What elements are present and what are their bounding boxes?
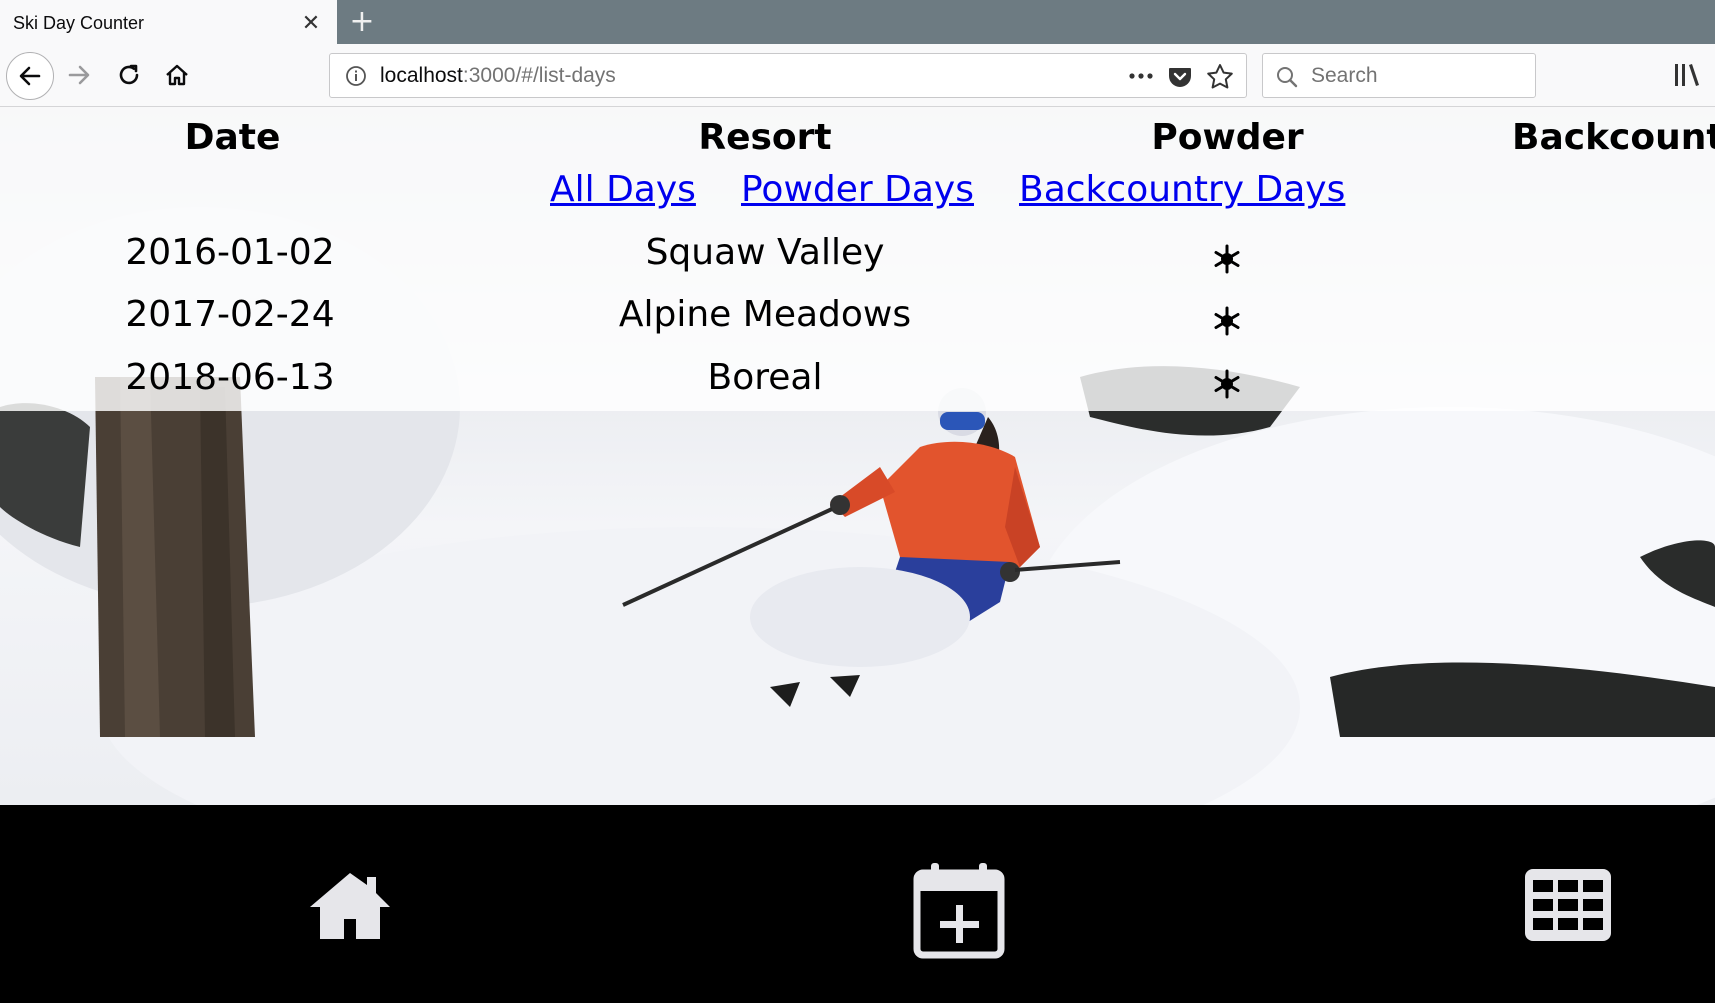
home-nav-button[interactable] (305, 865, 395, 945)
row-1-resort: Squaw Valley (645, 232, 885, 273)
calendar-plus-icon (913, 863, 1005, 959)
add-day-nav-button[interactable] (912, 860, 1006, 960)
header-date: Date (184, 117, 281, 158)
home-button[interactable] (158, 56, 196, 94)
url-host: localhost (380, 64, 463, 87)
page-content: Date Resort Powder Backcount All Days Po… (0, 107, 1715, 1003)
info-icon[interactable] (344, 64, 368, 88)
new-tab-icon[interactable]: + (346, 6, 378, 38)
library-icon[interactable] (1672, 58, 1704, 92)
list-days-nav-button[interactable] (1522, 865, 1614, 945)
row-2-resort: Alpine Meadows (618, 294, 912, 335)
all-days-link[interactable]: All Days (550, 169, 696, 210)
powder-days-link[interactable]: Powder Days (741, 169, 974, 210)
row-3-date: 2018-06-13 (125, 357, 335, 398)
pocket-icon[interactable] (1166, 63, 1194, 91)
header-backcountry: Backcount (1512, 117, 1715, 158)
close-tab-icon[interactable]: ✕ (299, 11, 323, 36)
url-text[interactable]: localhost:3000/#/list-days (380, 54, 616, 97)
back-button[interactable] (6, 52, 54, 100)
forward-arrow-icon (68, 65, 90, 85)
bookmark-star-icon[interactable] (1205, 62, 1235, 92)
header-resort: Resort (698, 117, 832, 158)
row-2-date: 2017-02-24 (125, 294, 335, 335)
home-icon (310, 873, 390, 939)
search-bar[interactable]: Search (1262, 53, 1536, 98)
search-icon (1277, 67, 1298, 88)
reload-button[interactable] (110, 56, 148, 94)
url-path: :3000/#/list-days (462, 64, 616, 87)
header-powder: Powder (1151, 117, 1304, 158)
snowflake-icon (1214, 306, 1240, 336)
row-1-date: 2016-01-02 (125, 232, 335, 273)
backcountry-days-link[interactable]: Backcountry Days (1019, 169, 1345, 210)
snowflake-icon (1214, 369, 1240, 399)
nav-toolbar: localhost:3000/#/list-days Search (0, 44, 1715, 107)
grid-icon (1525, 869, 1611, 941)
tab-title: Ski Day Counter (13, 12, 145, 33)
browser-tab[interactable]: Ski Day Counter ✕ (0, 0, 337, 46)
forward-button[interactable] (60, 56, 98, 94)
footer-nav (0, 805, 1715, 1003)
filter-links: All Days Powder Days Backcountry Days (0, 169, 1715, 215)
tab-strip: Ski Day Counter ✕ + (0, 0, 1715, 46)
row-3-resort: Boreal (707, 357, 823, 398)
back-arrow-icon (19, 66, 41, 86)
home-icon (166, 64, 188, 86)
snowflake-icon (1214, 244, 1240, 274)
url-bar[interactable]: localhost:3000/#/list-days (329, 53, 1247, 98)
search-input[interactable]: Search (1311, 54, 1378, 97)
reload-icon (119, 64, 139, 85)
page-actions-icon[interactable] (1126, 62, 1156, 90)
